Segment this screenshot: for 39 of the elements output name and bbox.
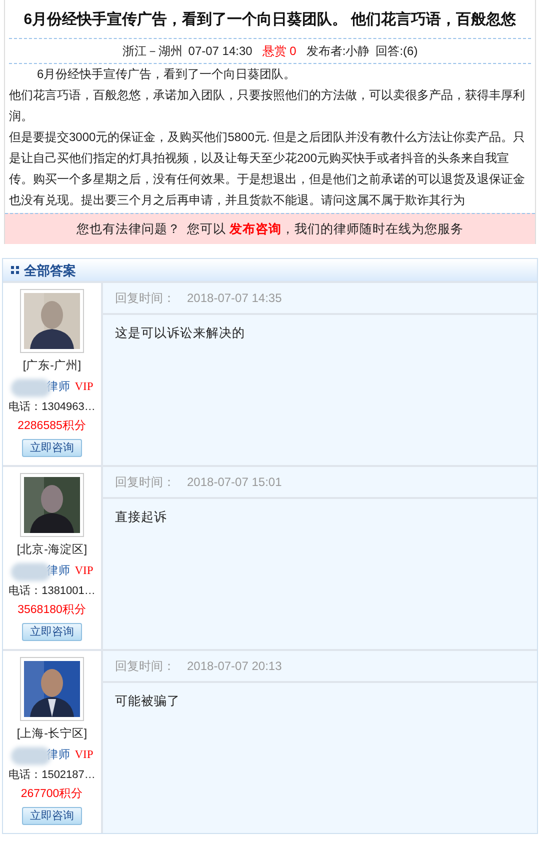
lawyer-title: 律师 bbox=[46, 748, 71, 763]
region: [上海-长宁区] bbox=[16, 726, 88, 742]
points: 2286585积分 bbox=[18, 418, 86, 434]
reply-time-label: 回复时间： bbox=[115, 658, 175, 676]
reply-time: 2018-07-07 15:01 bbox=[187, 474, 282, 492]
banner-text: 您也有法律问题？ 您可以 发布咨询，我们的律师随时在线为您服务 bbox=[75, 220, 465, 238]
question-paragraph: 6月份经快手宣传广告，看到了一个向日葵团队。 bbox=[36, 66, 297, 82]
lawyer-title: 律师 bbox=[46, 564, 71, 579]
location: 浙江－湖州 bbox=[122, 42, 182, 60]
lawyer-title: 律师 bbox=[46, 380, 71, 395]
answer-text: 这是可以诉讼来解决的 bbox=[114, 325, 246, 342]
reply-time-label: 回复时间： bbox=[115, 290, 175, 308]
section-title: 全部答案 bbox=[24, 262, 76, 280]
reward: 悬赏 0 bbox=[262, 42, 296, 60]
vip-tag: VIP bbox=[74, 378, 94, 396]
reply-time-label: 回复时间： bbox=[115, 474, 175, 492]
phone: 电话：1502187… bbox=[8, 768, 96, 782]
points: 267700积分 bbox=[20, 786, 84, 802]
poster: 发布者:小静 bbox=[306, 42, 370, 60]
grid-icon bbox=[11, 266, 19, 274]
phone: 电话：1304963… bbox=[8, 400, 96, 414]
question-paragraph: 但是要提交3000元的保证金，及购买他们5800元. 但是之后团队并没有教什么方法让你卖产品。只是让自己买他们指定的灯具拍视频，以及让每天至少花200元购买快手或者抖音的头条来自我宣传。购买一个多星期之后，没有任何效果。于是想退出，但是他们之前承诺的可以退货及退保证金也没有兑现。提出要三个月之后再申请，并且货款不能退。请问这属不属于欺诈其行为 bbox=[9, 128, 526, 208]
vip-tag: VIP bbox=[74, 746, 94, 764]
reply-time: 2018-07-07 20:13 bbox=[187, 658, 282, 676]
phone: 电话：1381001… bbox=[8, 584, 96, 598]
region: [广东-广州] bbox=[22, 358, 82, 374]
answer-text: 直接起诉 bbox=[114, 509, 168, 526]
answer-text: 可能被骗了 bbox=[114, 693, 181, 710]
consult-button[interactable]: 立即咨询 bbox=[22, 807, 82, 826]
reply-time: 2018-07-07 14:35 bbox=[187, 290, 282, 308]
points: 3568180积分 bbox=[18, 602, 86, 618]
vip-tag: VIP bbox=[74, 562, 94, 580]
answer-count: 回答:(6) bbox=[376, 42, 418, 60]
consult-button[interactable]: 立即咨询 bbox=[22, 439, 82, 458]
post-time: 07-07 14:30 bbox=[188, 42, 252, 60]
question-title: 6月份经快手宣传广告，看到了一个向日葵团队。 他们花言巧语，百般忽悠 bbox=[22, 10, 518, 30]
consult-button[interactable]: 立即咨询 bbox=[22, 623, 82, 642]
question-paragraph: 他们花言巧语，百般忽悠，承诺加入团队，只要按照他们的方法做，可以卖很多产品，获得丰厚利润。 bbox=[9, 86, 526, 124]
region: [北京-海淀区] bbox=[16, 542, 88, 558]
